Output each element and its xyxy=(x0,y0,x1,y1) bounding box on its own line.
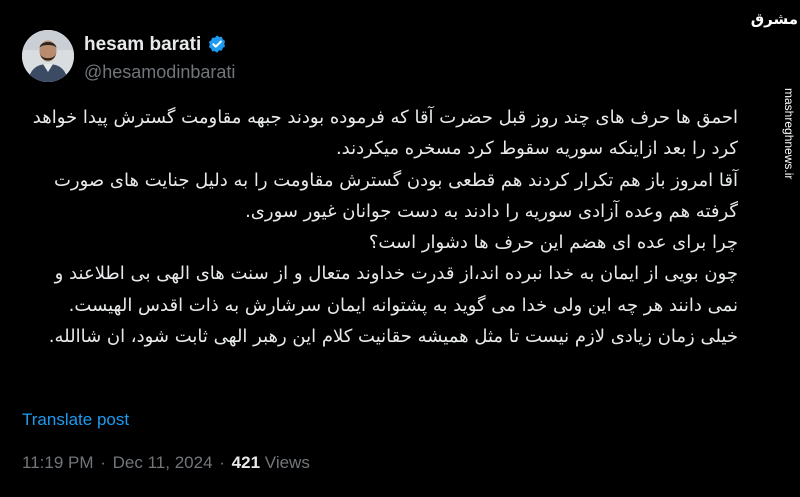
avatar[interactable] xyxy=(22,30,74,82)
meta-separator: · xyxy=(100,453,106,472)
post-text-line: آقا امروز باز هم تکرار کردند هم قطعی بود… xyxy=(53,169,738,222)
views-count: 421 xyxy=(231,453,261,472)
post-text: احمق ها حرف های چند روز قبل حضرت آقا که … xyxy=(22,102,738,352)
post-time[interactable]: 11:19 PM xyxy=(22,453,94,472)
views-label: Views xyxy=(264,453,310,472)
post-text-line: خیلی زمان زیادی لازم نیست تا مثل همیشه ح… xyxy=(48,326,738,348)
avatar-image xyxy=(22,30,74,82)
watermark: مشرق mashreghnews.ir xyxy=(750,0,800,497)
post-card: hesam barati @hesamodinbarati احمق ها حر… xyxy=(0,0,760,497)
verified-badge-icon xyxy=(206,34,228,56)
watermark-site: mashreghnews.ir xyxy=(782,88,796,180)
post-meta: 11:19 PM · Dec 11, 2024 · 421 Views xyxy=(22,453,310,473)
post-text-line: احمق ها حرف های چند روز قبل حضرت آقا که … xyxy=(32,107,738,160)
post-text-line: چون بویی از ایمان به خدا نبرده اند،از قد… xyxy=(54,263,738,316)
translate-post-link[interactable]: Translate post xyxy=(22,410,129,430)
post-date[interactable]: Dec 11, 2024 xyxy=(113,453,213,472)
watermark-logo: مشرق xyxy=(750,10,798,28)
post-text-line: چرا برای عده ای هضم این حرف ها دشوار است… xyxy=(368,232,738,254)
meta-separator: · xyxy=(219,453,225,472)
author-handle[interactable]: @hesamodinbarati xyxy=(84,62,235,83)
author-display-name[interactable]: hesam barati xyxy=(84,34,201,56)
